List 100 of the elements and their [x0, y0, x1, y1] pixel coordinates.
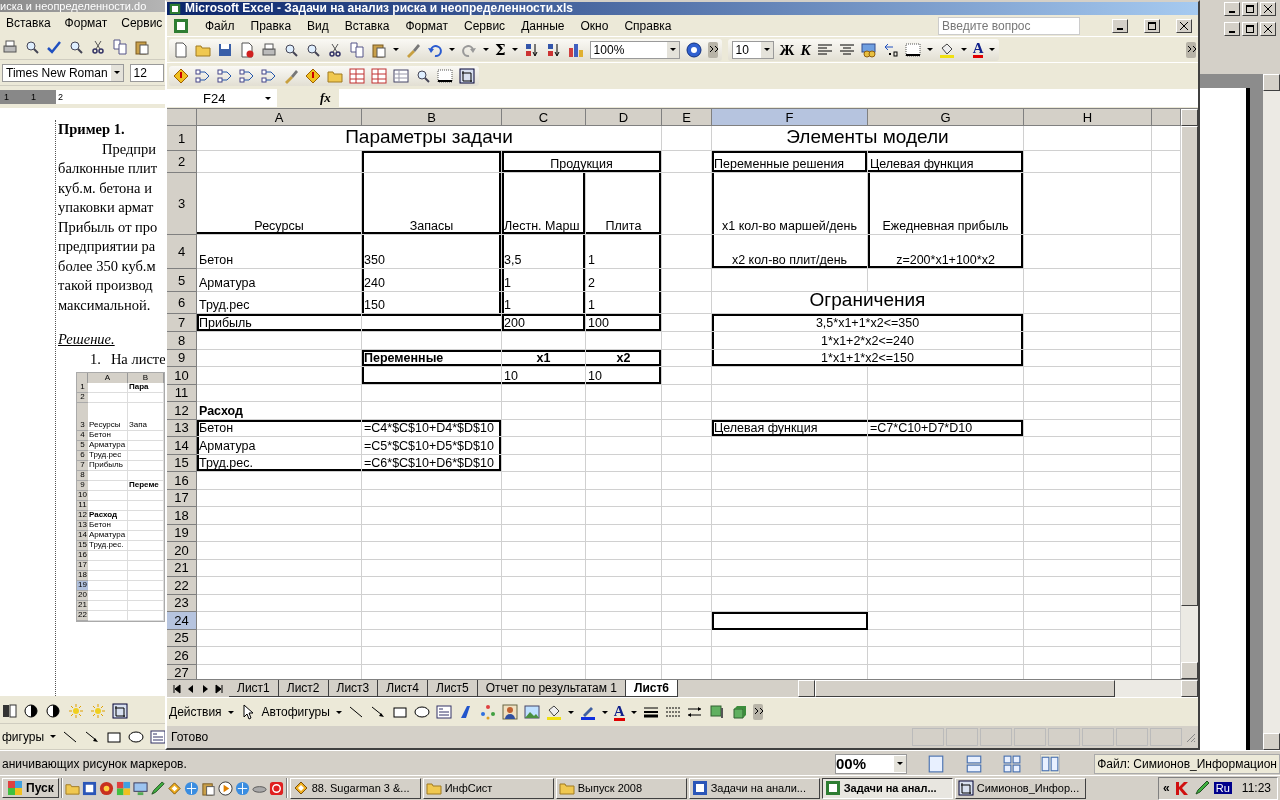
menu-item[interactable]: Данные — [521, 18, 565, 33]
menu-item[interactable]: Формат — [405, 18, 449, 33]
menu-item[interactable]: Сервис — [121, 16, 163, 30]
autoshapes-menu[interactable]: фигуры — [2, 729, 45, 744]
column-header[interactable]: B — [362, 109, 502, 126]
row-header[interactable]: 2 — [167, 151, 197, 173]
table-cell: 1 — [586, 292, 662, 314]
column-header[interactable]: F — [712, 109, 868, 126]
taskbar-button[interactable]: Задачи на анали... — [688, 777, 820, 799]
column-header: A — [88, 373, 128, 383]
autoshapes-menu[interactable]: Автофигуры — [261, 705, 330, 719]
menu-item[interactable]: Вставка — [344, 18, 390, 33]
row-header[interactable]: 18 — [167, 507, 197, 525]
question-field[interactable]: Введите вопрос — [938, 16, 1080, 35]
taskbar-button[interactable]: 88. Sugarman 3 &... — [289, 777, 421, 799]
function-button[interactable]: fx — [320, 90, 331, 106]
sheet-tab[interactable]: Лист3 — [328, 680, 379, 697]
font-field[interactable]: Times New Roman — [2, 63, 124, 82]
sheet-tab[interactable]: Лист4 — [378, 680, 428, 697]
language-indicator[interactable]: Ru — [1213, 782, 1232, 794]
taskbar-button[interactable]: Выпуск 2008 — [555, 777, 687, 799]
row-header[interactable]: 26 — [167, 647, 197, 665]
row-header[interactable]: 14 — [167, 437, 197, 455]
sheet-tab[interactable]: Лист2 — [278, 680, 329, 697]
taskbar-button[interactable]: ИнфСист — [422, 777, 554, 799]
italic-button[interactable]: К — [800, 41, 811, 58]
table-cell: Прибыль — [88, 461, 128, 471]
table-cell: 150 — [362, 292, 502, 314]
row-header[interactable]: 10 — [167, 367, 197, 385]
menu-item[interactable]: Справка — [624, 18, 672, 33]
document-text: На листе — [110, 349, 166, 369]
row-header[interactable]: 16 — [167, 472, 197, 490]
table-cell: 200 — [502, 314, 586, 332]
row-header[interactable]: 20 — [167, 542, 197, 560]
clock: 11:23 — [1241, 781, 1271, 795]
table-cell: Продукция — [502, 151, 662, 173]
name-box[interactable]: F24 — [167, 89, 277, 107]
font-size-field[interactable]: 12 — [129, 63, 164, 82]
row-header[interactable]: 4 — [167, 235, 197, 269]
ruler-number: 2 — [58, 92, 64, 102]
table-cell: Переме — [128, 481, 164, 491]
row-header[interactable]: 24 — [167, 612, 197, 630]
status-text: Готово — [171, 730, 209, 744]
table-cell: =C4*$C$10+D4*$D$10 — [362, 419, 502, 437]
table-cell: Запа — [128, 403, 164, 431]
menu-item[interactable]: Правка — [250, 18, 292, 33]
taskbar-button[interactable]: Симионов_Инфор... — [954, 777, 1086, 799]
table-cell: Бетон — [197, 235, 362, 269]
zoom-field[interactable]: 00% — [835, 753, 907, 774]
font-color-button[interactable]: A — [613, 703, 625, 721]
menu-item[interactable]: Вставка — [6, 16, 51, 30]
sheet-tab[interactable]: Лист1 — [229, 680, 279, 697]
table-cell: Целевая функция — [712, 419, 868, 437]
document-text: Предпри — [101, 139, 158, 159]
table-cell: 1 — [502, 269, 586, 292]
table-cell: Арматура — [197, 269, 362, 292]
sheet-tab[interactable]: Лист6 — [626, 680, 679, 697]
table-cell: 1*x1+1*x2<=150 — [712, 349, 1024, 367]
menu-item[interactable]: Сервис — [464, 18, 506, 33]
table-cell: 350 — [362, 235, 502, 269]
column-header: B — [128, 373, 164, 383]
table-cell: Лестн. Марш — [502, 173, 586, 235]
row-header[interactable]: 5 — [167, 269, 197, 292]
font-color-button[interactable]: A — [972, 41, 984, 58]
row-header[interactable]: 6 — [167, 292, 197, 314]
row-header[interactable]: 7 — [167, 314, 197, 332]
table-cell: 3,5*x1+1*x2<=350 — [712, 314, 1024, 332]
show-hidden-icons-button[interactable]: « — [1163, 781, 1170, 795]
sum-button[interactable]: Σ — [495, 41, 506, 58]
row-header: 7 — [77, 461, 88, 471]
row-header[interactable]: 22 — [167, 577, 197, 595]
status-text: аничивающих рисунок маркеров. — [1, 756, 188, 771]
table-cell: Плита — [586, 173, 662, 235]
zoom-field[interactable]: 100% — [589, 40, 680, 59]
actions-menu[interactable]: Действия — [169, 705, 222, 719]
taskbar-button[interactable]: Задачи на анал... — [821, 777, 953, 799]
document-heading: Пример 1. — [58, 120, 126, 139]
bold-button[interactable]: Ж — [779, 41, 795, 58]
start-button[interactable]: Пуск — [2, 778, 59, 798]
menu-item[interactable]: Формат — [64, 16, 108, 30]
menu-item[interactable]: Вид — [307, 18, 329, 33]
table-cell: Труд.рес. — [197, 454, 362, 472]
menu-item[interactable]: Файл — [205, 18, 235, 33]
sheet-tab[interactable]: Отчет по результатам 1 — [477, 680, 626, 697]
row-header[interactable]: 8 — [167, 332, 197, 350]
column-header[interactable]: C — [502, 109, 586, 126]
column-header[interactable]: E — [662, 109, 712, 126]
column-header[interactable]: D — [586, 109, 662, 126]
sheet-tab[interactable]: Лист5 — [428, 680, 478, 697]
column-header[interactable]: A — [197, 109, 362, 126]
row-header: 22 — [77, 611, 88, 621]
menu-item[interactable]: Окно — [580, 18, 609, 33]
row-header[interactable]: 12 — [167, 402, 197, 420]
column-header[interactable]: G — [868, 109, 1024, 126]
document-text: такой производ — [58, 276, 154, 295]
row-header[interactable]: 1 — [167, 126, 197, 151]
column-header[interactable]: H — [1024, 109, 1152, 126]
row-header[interactable]: 3 — [167, 173, 197, 235]
font-size-field[interactable]: 10 — [731, 40, 774, 59]
ruler-number: 1 — [4, 92, 9, 102]
